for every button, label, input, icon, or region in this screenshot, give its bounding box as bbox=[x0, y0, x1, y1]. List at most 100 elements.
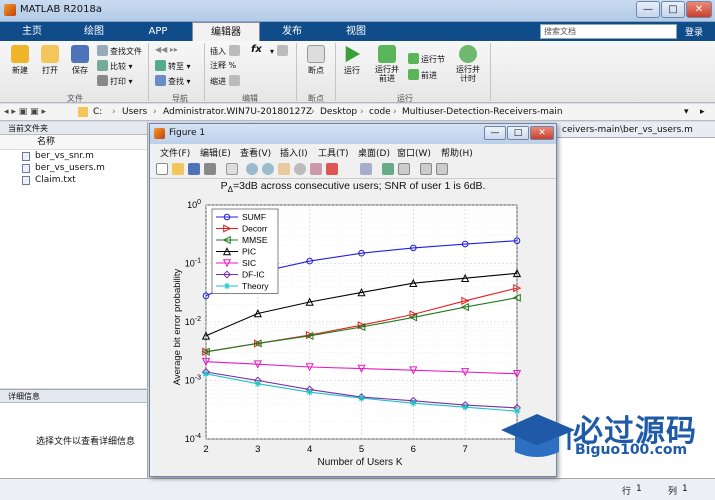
address-crumb-users[interactable]: Users bbox=[122, 107, 147, 117]
comment-button[interactable]: 注释 % bbox=[210, 60, 236, 71]
hide-tools-icon[interactable] bbox=[420, 163, 432, 175]
menu-view[interactable]: 查看(V) bbox=[240, 146, 271, 159]
address-crumb-admin[interactable]: Administrator.WIN7U-20180127Z bbox=[163, 107, 312, 117]
print-button[interactable]: 打印 ▾ bbox=[97, 75, 133, 87]
save-icon bbox=[71, 45, 89, 63]
advance-button[interactable]: 前进 bbox=[408, 69, 437, 81]
data-cursor-icon[interactable] bbox=[310, 163, 322, 175]
run-section-icon bbox=[408, 53, 419, 64]
link-plot-icon[interactable] bbox=[360, 163, 372, 175]
run-button[interactable]: 运行 bbox=[338, 45, 366, 76]
file-item[interactable]: Claim.txt bbox=[0, 174, 147, 186]
menu-help[interactable]: 帮助(H) bbox=[441, 146, 473, 159]
run-advance-icon bbox=[378, 45, 396, 63]
tab-home[interactable]: 主页 bbox=[4, 22, 60, 41]
save-button[interactable]: 保存 bbox=[66, 45, 94, 76]
login-link[interactable]: 登录 bbox=[685, 25, 703, 38]
advance-icon bbox=[408, 69, 419, 80]
data-point bbox=[223, 282, 231, 290]
run-and-time-button[interactable]: 运行并 计时 bbox=[450, 45, 486, 83]
save-icon[interactable] bbox=[188, 163, 200, 175]
y-tick-label: 100 bbox=[187, 199, 201, 210]
menu-window[interactable]: 窗口(W) bbox=[397, 146, 431, 159]
menu-insert[interactable]: 插入(I) bbox=[280, 146, 308, 159]
zoom-out-icon[interactable] bbox=[262, 163, 274, 175]
print-icon[interactable] bbox=[204, 163, 216, 175]
run-and-advance-button[interactable]: 运行并 前进 bbox=[368, 45, 406, 83]
tab-view[interactable]: 视图 bbox=[326, 22, 386, 41]
fx-dropdown-icon[interactable]: ▾ bbox=[270, 45, 290, 56]
plot-area[interactable]: PΔ=3dB across consecutive users; SNR of … bbox=[150, 179, 556, 477]
legend-label: Theory bbox=[242, 281, 269, 291]
address-crumb-desktop[interactable]: Desktop bbox=[320, 107, 357, 117]
fx-button[interactable]: fx bbox=[251, 44, 262, 55]
menu-desktop[interactable]: 桌面(D) bbox=[358, 146, 390, 159]
menu-file[interactable]: 文件(F) bbox=[160, 146, 190, 159]
editor-tab[interactable]: ceivers-main\ber_vs_users.m bbox=[556, 122, 715, 138]
pointer-icon[interactable] bbox=[226, 163, 238, 175]
tab-editor[interactable]: 编辑器 bbox=[192, 22, 260, 41]
tab-apps[interactable]: APP bbox=[128, 22, 188, 41]
magnifier-icon bbox=[155, 75, 166, 86]
browse-icon[interactable]: ▸ bbox=[700, 107, 705, 117]
x-axis-label: Number of Users K bbox=[317, 457, 402, 468]
watermark-en: Biguo100.com bbox=[575, 442, 688, 458]
figure-maximize-button[interactable]: □ bbox=[507, 126, 529, 140]
address-crumb-project[interactable]: Multiuser-Detection-Receivers-main bbox=[402, 107, 563, 117]
goto-button[interactable]: 转至 ▾ bbox=[155, 60, 191, 72]
figure-minimize-button[interactable]: — bbox=[484, 126, 506, 140]
x-tick-label: 2 bbox=[203, 444, 208, 455]
run-section-button[interactable]: 运行节 bbox=[408, 53, 445, 65]
colorbar-icon[interactable] bbox=[382, 163, 394, 175]
menu-tools[interactable]: 工具(T) bbox=[318, 146, 349, 159]
open-button[interactable]: 打开 bbox=[36, 45, 64, 76]
minimize-button[interactable]: — bbox=[636, 1, 660, 18]
col-value: 1 bbox=[682, 484, 688, 494]
group-file-label: 文件 bbox=[67, 94, 83, 103]
address-crumb-drive[interactable]: C: bbox=[93, 107, 102, 117]
rotate-icon[interactable] bbox=[294, 163, 306, 175]
close-button[interactable]: ✕ bbox=[686, 1, 712, 18]
zoom-in-icon[interactable] bbox=[246, 163, 258, 175]
chart-title: PΔ=3dB across consecutive users; SNR of … bbox=[221, 180, 486, 194]
maximize-button[interactable]: □ bbox=[661, 1, 685, 18]
figure-window[interactable]: Figure 1 — □ ✕ 文件(F) 编辑(E) 查看(V) 插入(I) 工… bbox=[149, 123, 557, 477]
address-crumb-code[interactable]: code bbox=[369, 107, 391, 117]
breakpoints-button[interactable]: 断点 bbox=[301, 45, 331, 76]
figure-title: Figure 1 bbox=[169, 128, 206, 138]
group-separator bbox=[204, 43, 205, 101]
legend-label: PIC bbox=[242, 247, 256, 257]
y-tick-label: 10-3 bbox=[185, 375, 201, 386]
figure-close-button[interactable]: ✕ bbox=[530, 126, 554, 140]
find-button[interactable]: 查找 ▾ bbox=[155, 75, 191, 87]
legend-icon[interactable] bbox=[398, 163, 410, 175]
back-forward-arrows[interactable]: ◀◀ ▸▸ bbox=[155, 45, 178, 54]
address-dropdown-icon[interactable]: ▾ bbox=[684, 107, 689, 117]
ribbon-tabs: 主页 绘图 APP 编辑器 发布 视图 搜索文档 登录 bbox=[0, 22, 715, 41]
name-column-header[interactable]: 名称 bbox=[0, 135, 147, 150]
insert-button[interactable]: 插入 bbox=[210, 45, 242, 57]
menu-edit[interactable]: 编辑(E) bbox=[200, 146, 231, 159]
legend-label: DF-IC bbox=[242, 270, 265, 280]
graduation-cap-icon bbox=[501, 414, 575, 457]
matlab-logo-icon bbox=[4, 4, 16, 16]
tab-plots[interactable]: 绘图 bbox=[64, 22, 124, 41]
group-run-label: 运行 bbox=[397, 94, 413, 103]
pan-icon[interactable] bbox=[278, 163, 290, 175]
indent-button[interactable]: 缩进 bbox=[210, 75, 242, 87]
new-button[interactable]: 新建 bbox=[6, 45, 34, 76]
dock-icon[interactable] bbox=[436, 163, 448, 175]
brush-icon[interactable] bbox=[326, 163, 338, 175]
search-input[interactable]: 搜索文档 bbox=[540, 24, 677, 39]
new-figure-icon[interactable] bbox=[156, 163, 168, 175]
legend-label: MMSE bbox=[242, 235, 268, 245]
open-icon[interactable] bbox=[172, 163, 184, 175]
legend-label: SIC bbox=[242, 258, 256, 268]
compare-button[interactable]: 比较 ▾ bbox=[97, 60, 133, 72]
axes: 10010-110-210-310-42345678SUMFDecorrMMSE… bbox=[185, 199, 522, 455]
nav-arrows[interactable]: ◂ ▸ ▣ ▣ ▸ bbox=[4, 107, 46, 117]
file-item[interactable]: ber_vs_snr.m bbox=[0, 150, 147, 162]
tab-publish[interactable]: 发布 bbox=[262, 22, 322, 41]
find-files-button[interactable]: 查找文件 bbox=[97, 45, 142, 57]
file-item[interactable]: ber_vs_users.m bbox=[0, 162, 147, 174]
